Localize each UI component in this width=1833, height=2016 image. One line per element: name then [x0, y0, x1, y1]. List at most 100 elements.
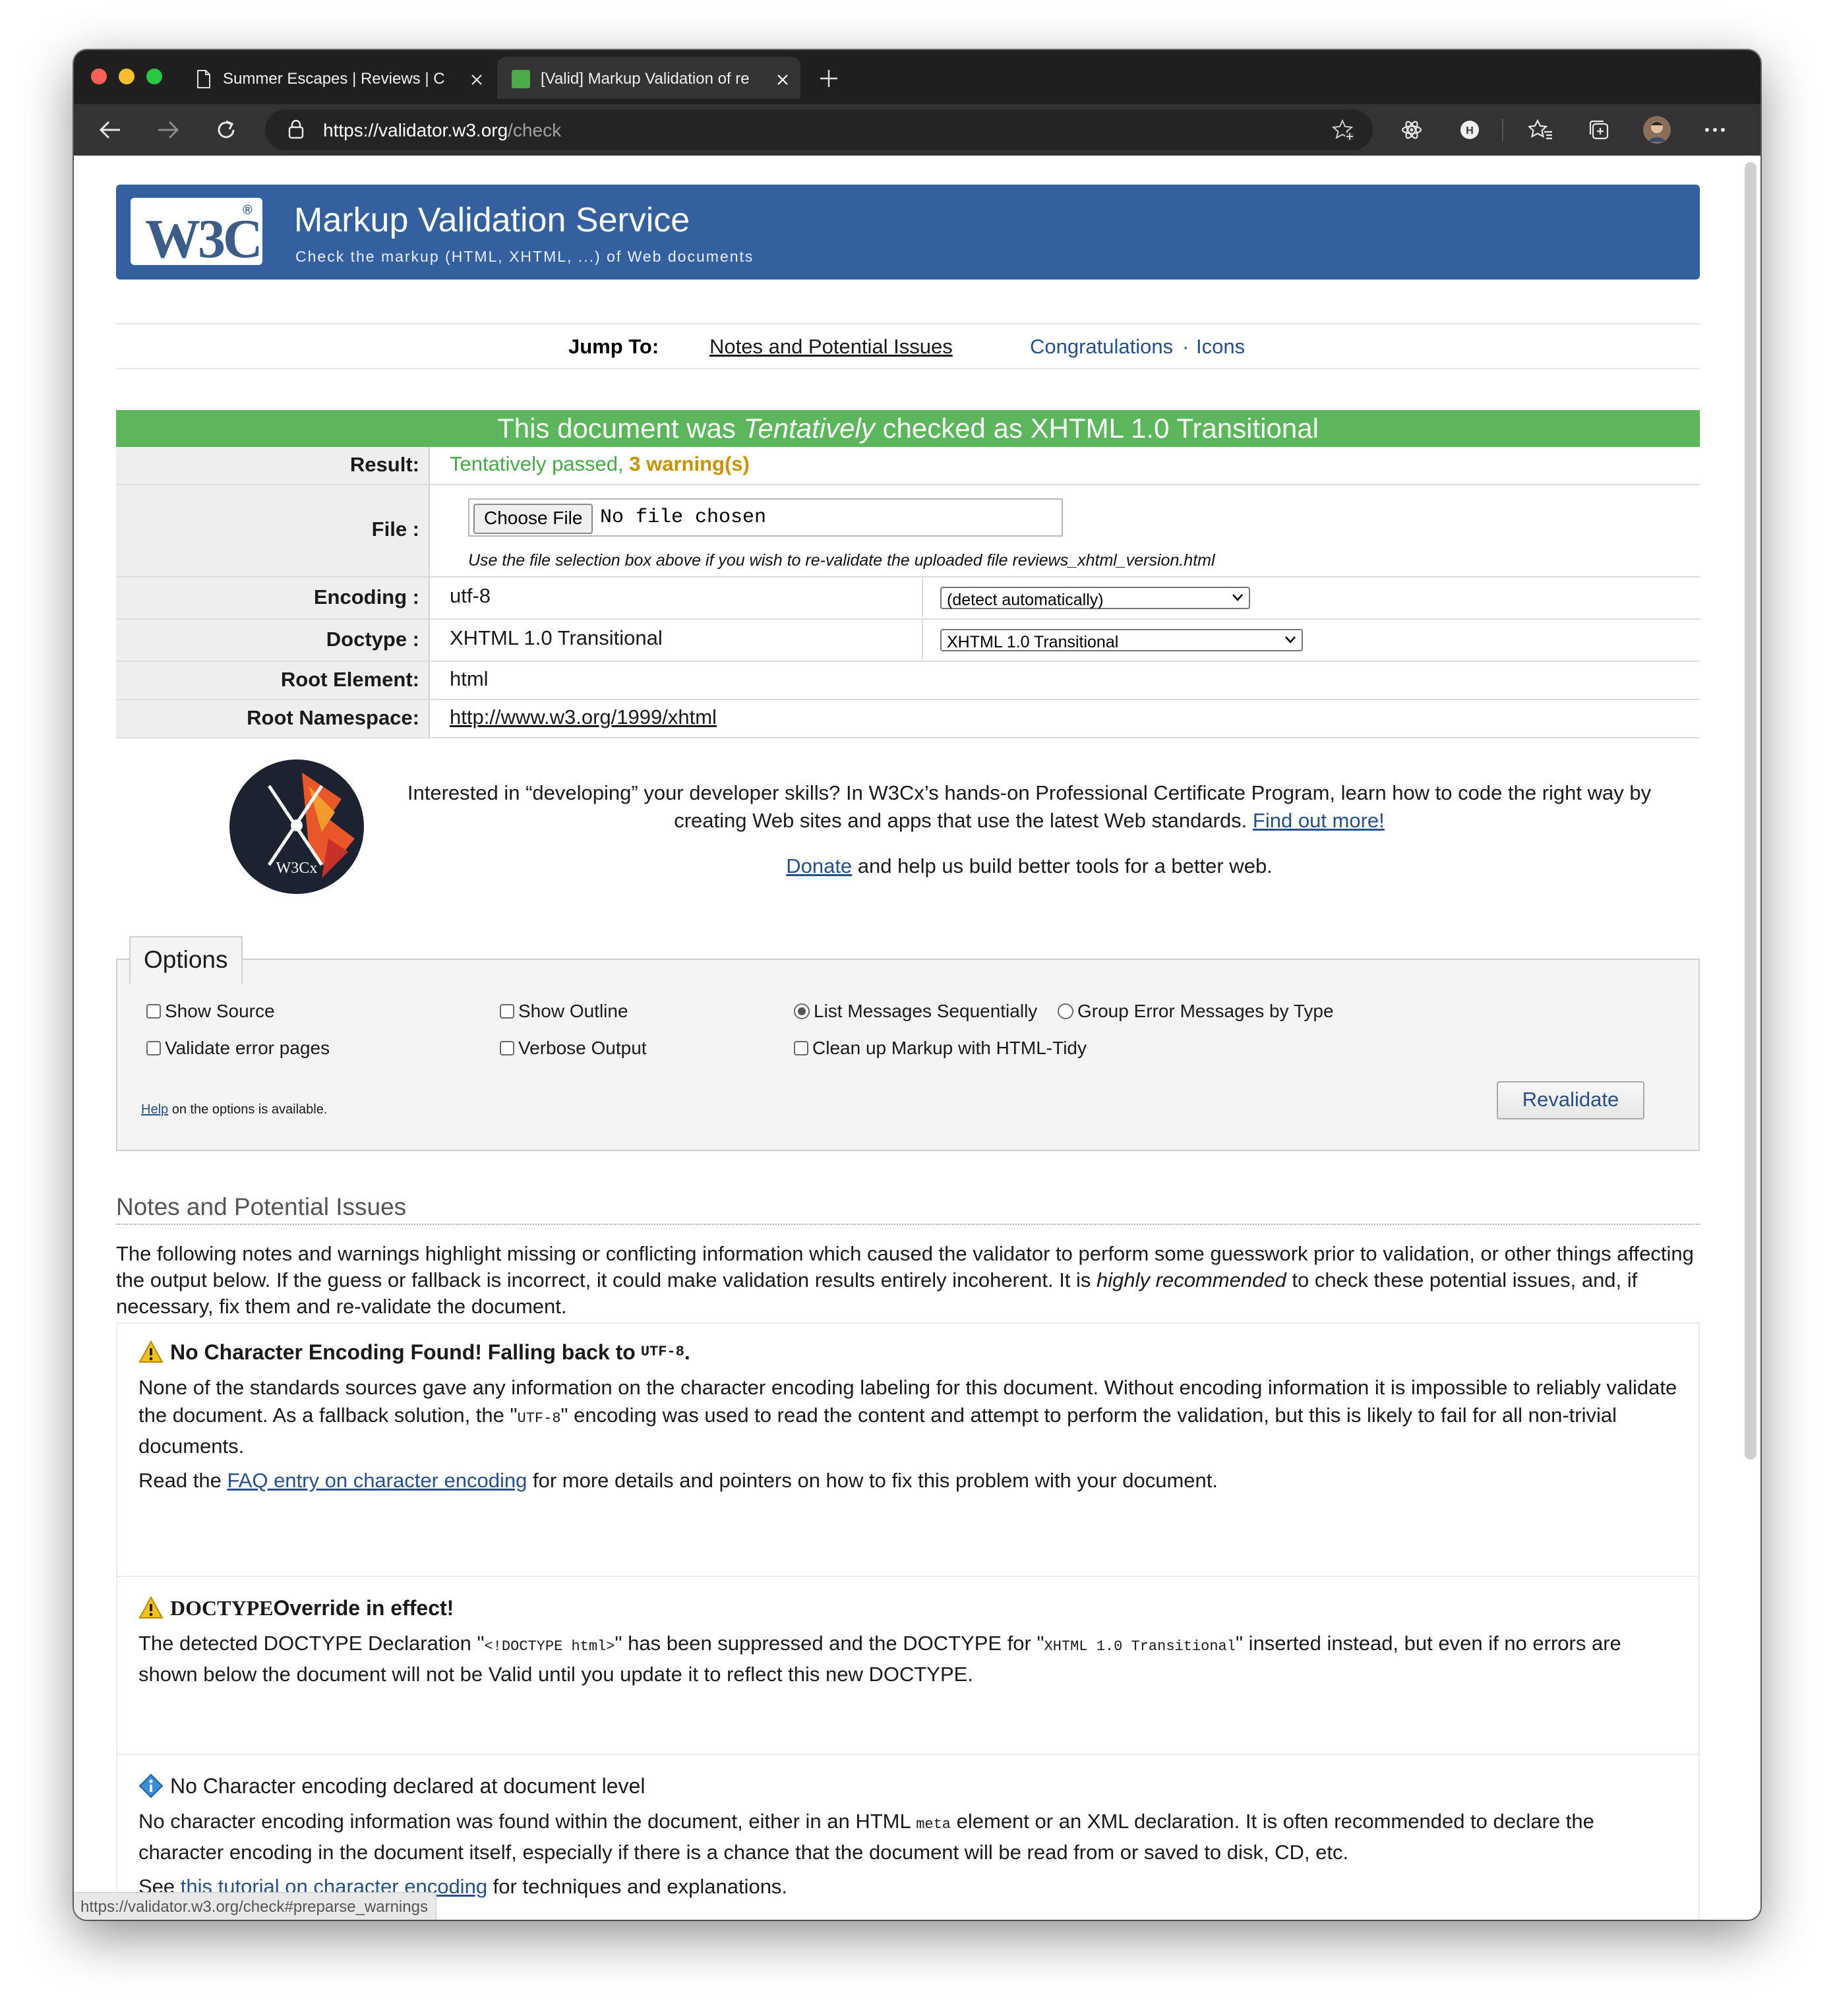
tab-title: [Valid] Markup Validation of re [541, 70, 750, 88]
doctype-value: XHTML 1.0 Transitional [450, 626, 663, 649]
tab-title: Summer Escapes | Reviews | C [223, 70, 445, 88]
warning-icon [138, 1595, 164, 1618]
help-link[interactable]: Help [141, 1102, 168, 1117]
verbose-output-checkbox[interactable] [500, 1041, 514, 1055]
new-tab-icon[interactable] [819, 69, 839, 88]
encoding-select[interactable]: (detect automatically) [940, 587, 1250, 609]
tab-summer-escapes[interactable]: Summer Escapes | Reviews | C [179, 57, 492, 99]
jump-link-icons[interactable]: Icons [1196, 335, 1245, 359]
close-icon[interactable] [471, 74, 483, 86]
vertical-scrollbar[interactable] [1745, 162, 1757, 1460]
jump-link-congratulations[interactable]: Congratulations [1030, 335, 1173, 359]
favorites-button[interactable] [1524, 113, 1557, 146]
message-divider [117, 1576, 1698, 1577]
message-body: None of the standards sources gave any i… [138, 1376, 1677, 1458]
minimize-window-button[interactable] [119, 69, 135, 84]
verbose-output-option[interactable]: Verbose Output [500, 1038, 647, 1059]
promo-text: Interested in “developing” your develope… [407, 781, 1652, 832]
more-button[interactable] [1698, 113, 1731, 146]
doctype-select[interactable]: XHTML 1.0 Transitional [940, 629, 1303, 651]
registered-mark: ® [243, 203, 253, 218]
tab-validator[interactable]: [Valid] Markup Validation of re [497, 57, 800, 99]
message-body: The detected DOCTYPE Declaration "<!DOCT… [138, 1632, 1621, 1686]
add-favorite-icon[interactable] [1332, 119, 1356, 142]
w3c-logo[interactable]: W3C ® [131, 198, 263, 270]
extension-icon [1401, 121, 1422, 139]
validate-error-pages-option[interactable]: Validate error pages [146, 1038, 330, 1059]
w3cx-badge-image: W3Cx [231, 761, 363, 893]
svg-text:H: H [1466, 125, 1474, 136]
file-note: Use the file selection box above if you … [468, 551, 1215, 570]
root-element-row: Root Element: html [116, 662, 1700, 700]
forward-button[interactable] [152, 113, 185, 146]
message-title: No Character Encoding Found! Falling bac… [138, 1338, 1681, 1366]
encoding-label: Encoding : [116, 578, 430, 618]
root-namespace-link[interactable]: http://www.w3.org/1999/xhtml [450, 705, 717, 729]
choose-file-button[interactable]: Choose File [473, 504, 593, 534]
close-window-button[interactable] [91, 69, 107, 84]
file-input[interactable]: Choose File No file chosen [468, 498, 1063, 537]
zoom-window-button[interactable] [146, 69, 162, 84]
group-errors-option[interactable]: Group Error Messages by Type [1058, 1001, 1334, 1022]
cell-divider [922, 620, 923, 659]
notes-heading: Notes and Potential Issues [116, 1193, 1700, 1225]
extension-button[interactable] [1395, 113, 1428, 146]
page-subtitle: Check the markup (HTML, XHTML, ...) of W… [295, 248, 754, 265]
group-errors-radio[interactable] [1058, 1003, 1073, 1019]
message-divider [117, 1754, 1698, 1755]
show-outline-option[interactable]: Show Outline [500, 1001, 628, 1022]
address-bar[interactable]: https://validator.w3.org/check [265, 109, 1373, 150]
doctype-row: Doctype : XHTML 1.0 Transitional XHTML 1… [116, 620, 1700, 662]
close-icon[interactable] [777, 74, 789, 86]
validator-favicon [512, 70, 530, 88]
profile-badge-button[interactable]: H [1453, 113, 1486, 146]
root-element-value: html [450, 667, 489, 690]
donate-link[interactable]: Donate [786, 854, 852, 877]
message-no-encoding: No Character Encoding Found! Falling bac… [138, 1338, 1681, 1495]
warning-count: 3 warning(s) [629, 452, 750, 475]
jump-label: Jump To: [568, 335, 659, 358]
profile-badge-icon: H [1460, 121, 1479, 139]
page-viewport: W3C ® Markup Validation Service Check th… [74, 156, 1760, 1920]
jump-link-notes[interactable]: Notes and Potential Issues [709, 335, 953, 359]
file-status: No file chosen [600, 506, 767, 529]
avatar[interactable] [1640, 113, 1673, 146]
lock-icon[interactable] [287, 119, 305, 140]
message-title: DOCTYPE Override in effect! [138, 1594, 1681, 1622]
file-label: File : [116, 485, 430, 576]
encoding-row: Encoding : utf-8 (detect automatically) [116, 578, 1700, 620]
doctype-label: Doctype : [116, 620, 430, 661]
back-button[interactable] [94, 113, 127, 146]
show-source-checkbox[interactable] [146, 1004, 161, 1019]
show-outline-checkbox[interactable] [500, 1004, 514, 1019]
message-body-2: Read the FAQ entry on character encoding… [138, 1469, 1218, 1492]
list-sequentially-option[interactable]: List Messages Sequentially [794, 1001, 1037, 1022]
reload-button[interactable] [210, 113, 243, 146]
result-label: Result: [116, 447, 430, 484]
root-namespace-label: Root Namespace: [116, 700, 430, 737]
status-bar-url: https://validator.w3.org/check#preparse_… [74, 1892, 436, 1920]
validate-error-pages-checkbox[interactable] [146, 1041, 161, 1055]
page-title[interactable]: Markup Validation Service [294, 200, 690, 240]
html-tidy-option[interactable]: Clean up Markup with HTML-Tidy [794, 1038, 1087, 1059]
cell-divider [922, 578, 923, 617]
list-sequentially-radio[interactable] [794, 1003, 810, 1019]
revalidate-button[interactable]: Revalidate [1497, 1081, 1644, 1119]
forward-icon [158, 121, 179, 139]
options-fieldset: Options Show Source Show Outline List Me… [116, 936, 1700, 1151]
more-icon [1705, 128, 1725, 132]
show-source-option[interactable]: Show Source [146, 1001, 275, 1022]
info-icon [138, 1773, 164, 1798]
options-legend: Options [129, 936, 243, 984]
donate-text: Donate and help us build better tools fo… [786, 854, 1273, 877]
notes-intro: The following notes and warnings highlig… [116, 1242, 1694, 1318]
jump-to-nav: Jump To: Notes and Potential Issues Cong… [116, 323, 1700, 369]
find-out-more-link[interactable]: Find out more! [1253, 809, 1385, 832]
back-icon [99, 121, 120, 139]
faq-encoding-link[interactable]: FAQ entry on character encoding [227, 1469, 527, 1492]
html-tidy-checkbox[interactable] [794, 1041, 808, 1055]
collections-button[interactable] [1582, 113, 1615, 146]
messages-list: No Character Encoding Found! Falling bac… [116, 1322, 1700, 1920]
w3cx-badge[interactable]: W3Cx [229, 759, 364, 894]
reload-icon [218, 120, 235, 138]
